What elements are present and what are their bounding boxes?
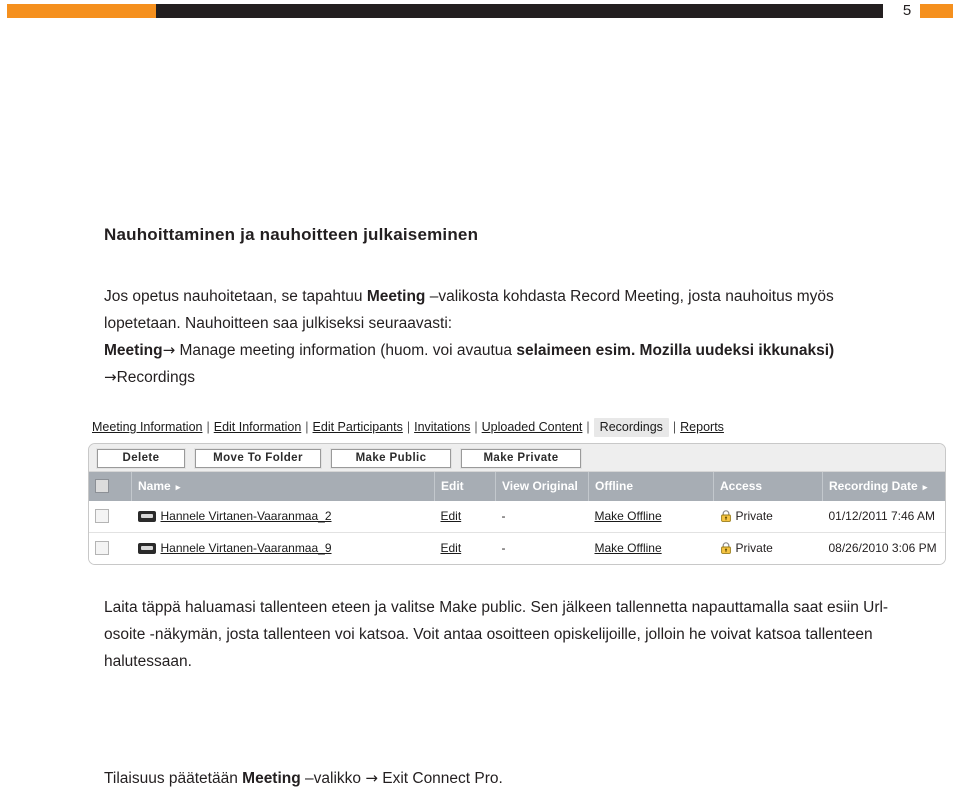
tape-icon xyxy=(137,511,156,523)
column-header-access: Access xyxy=(713,472,823,501)
arrow-right-icon-1: → xyxy=(162,341,176,359)
tab-uploaded-content[interactable]: Uploaded Content xyxy=(482,420,583,434)
paragraph-steps-mid: Manage meeting information (huom. voi av… xyxy=(175,342,517,359)
tab-invitations[interactable]: Invitations xyxy=(414,420,470,434)
tab-separator-5: | xyxy=(586,420,590,434)
recording-name-link[interactable]: Hannele Virtanen-Vaaranmaa_2 xyxy=(161,509,332,523)
tab-bar: Meeting Information | Edit Information | Edi… xyxy=(88,418,950,439)
connect-pro-recordings-screenshot: Meeting Information | Edit Information | Edi… xyxy=(88,418,950,565)
table-header: Name ▸ Edit View Original Offline Access … xyxy=(89,472,945,501)
paragraph-steps-tail: Recordings xyxy=(116,369,195,386)
select-all-checkbox[interactable] xyxy=(95,479,109,494)
tab-separator-2: | xyxy=(305,420,309,434)
make-offline-link[interactable]: Make Offline xyxy=(595,541,662,555)
paragraph-steps-bold1: Meeting xyxy=(104,342,163,359)
access-value: Private xyxy=(735,541,773,555)
make-offline-link[interactable]: Make Offline xyxy=(595,509,662,523)
recordings-panel: Delete Move To Folder Make Public Make Priv… xyxy=(88,443,946,565)
sort-caret-icon-date: ▸ xyxy=(922,482,928,492)
view-original-value: - xyxy=(501,509,506,523)
paragraph-steps-bold2: selaimeen esim. Mozilla uudeksi ikkunaks… xyxy=(516,342,835,359)
make-private-button[interactable]: Make Private xyxy=(461,449,581,468)
edit-cell[interactable]: Edit xyxy=(434,532,496,564)
arrow-right-icon-3: → xyxy=(365,769,378,787)
make-public-button[interactable]: Make Public xyxy=(331,449,451,468)
paragraph-intro-part1: Jos opetus nauhoitetaan, se tapahtuu xyxy=(104,288,367,305)
table-row: Hannele Virtanen-Vaaranmaa_2 Edit - Make… xyxy=(89,501,945,533)
recordings-table: Name ▸ Edit View Original Offline Access … xyxy=(89,472,945,564)
column-header-edit: Edit xyxy=(434,472,496,501)
table-row: Hannele Virtanen-Vaaranmaa_9 Edit - Make… xyxy=(89,532,945,564)
paragraph-end-part1: Tilaisuus päätetään xyxy=(104,770,243,787)
delete-button[interactable]: Delete xyxy=(97,449,185,468)
offline-cell[interactable]: Make Offline xyxy=(588,532,714,564)
paragraph-end-bold: Meeting xyxy=(242,770,301,787)
recording-date-cell: 01/12/2011 7:46 AM xyxy=(822,501,945,533)
lock-icon xyxy=(720,510,732,522)
orange-bar-left xyxy=(7,4,156,18)
tab-edit-information[interactable]: Edit Information xyxy=(214,420,302,434)
recording-name-cell[interactable]: Hannele Virtanen-Vaaranmaa_9 xyxy=(131,532,435,564)
paragraph-end-part3: Exit Connect Pro. xyxy=(377,770,503,787)
table-body: Hannele Virtanen-Vaaranmaa_2 Edit - Make… xyxy=(89,501,945,564)
column-header-offline: Offline xyxy=(588,472,714,501)
recording-date-cell: 08/26/2010 3:06 PM xyxy=(822,532,945,564)
tab-separator-3: | xyxy=(406,420,411,434)
edit-link[interactable]: Edit xyxy=(441,509,462,523)
paragraph-intro-bold: Meeting xyxy=(366,288,426,305)
page-number: 5 xyxy=(902,2,912,19)
page-title: Nauhoittaminen ja nauhoitteen julkaisemi… xyxy=(104,225,479,244)
row-checkbox[interactable] xyxy=(95,541,109,556)
row-select-cell[interactable] xyxy=(89,501,132,533)
tab-separator-6: | xyxy=(672,420,677,434)
dark-bar xyxy=(156,4,883,18)
lock-icon xyxy=(720,542,732,554)
tab-separator-4: | xyxy=(474,420,478,434)
recording-name-link[interactable]: Hannele Virtanen-Vaaranmaa_9 xyxy=(161,541,332,555)
tab-reports[interactable]: Reports xyxy=(680,420,724,434)
tab-recordings[interactable]: Recordings xyxy=(593,418,669,437)
tab-meeting-information[interactable]: Meeting Information xyxy=(92,420,202,434)
paragraph-end-part2: –valikko xyxy=(300,770,366,787)
view-original-value: - xyxy=(501,541,506,555)
arrow-right-icon-2: → xyxy=(104,368,117,386)
column-header-name-label: Name xyxy=(138,479,171,493)
access-value: Private xyxy=(735,509,773,523)
sort-caret-icon-name: ▸ xyxy=(175,482,181,492)
view-original-cell: - xyxy=(495,501,589,533)
column-header-name[interactable]: Name ▸ xyxy=(131,472,435,501)
column-header-recording-date[interactable]: Recording Date ▸ xyxy=(822,472,945,501)
paragraph-end: Tilaisuus päätetään Meeting –valikko → E… xyxy=(104,765,914,792)
tape-icon xyxy=(137,543,156,555)
column-header-recording-date-label: Recording Date xyxy=(829,479,918,493)
tab-edit-participants[interactable]: Edit Participants xyxy=(313,420,403,434)
tab-separator-1: | xyxy=(206,420,210,434)
offline-cell[interactable]: Make Offline xyxy=(588,501,714,533)
page-header-rule: 5 xyxy=(0,0,960,22)
recording-name-cell[interactable]: Hannele Virtanen-Vaaranmaa_2 xyxy=(131,501,435,533)
access-cell: Private xyxy=(713,501,823,533)
edit-link[interactable]: Edit xyxy=(441,541,462,555)
paragraph-after: Laita täppä haluamasi tallenteen eteen j… xyxy=(104,599,889,670)
view-original-cell: - xyxy=(495,532,589,564)
move-to-folder-button[interactable]: Move To Folder xyxy=(195,449,321,468)
orange-bar-right xyxy=(920,4,953,18)
paragraph-steps: Meeting→ Manage meeting information (huo… xyxy=(104,337,914,391)
column-header-select-all[interactable] xyxy=(89,472,132,501)
row-select-cell[interactable] xyxy=(89,532,132,564)
row-checkbox[interactable] xyxy=(95,509,109,524)
access-cell: Private xyxy=(713,532,823,564)
column-header-view-original: View Original xyxy=(495,472,589,501)
table-header-row: Name ▸ Edit View Original Offline Access … xyxy=(89,472,945,501)
paragraph-intro: Jos opetus nauhoitetaan, se tapahtuu Mee… xyxy=(104,283,914,337)
recordings-toolbar: Delete Move To Folder Make Public Make Priv… xyxy=(89,444,945,472)
edit-cell[interactable]: Edit xyxy=(434,501,496,533)
